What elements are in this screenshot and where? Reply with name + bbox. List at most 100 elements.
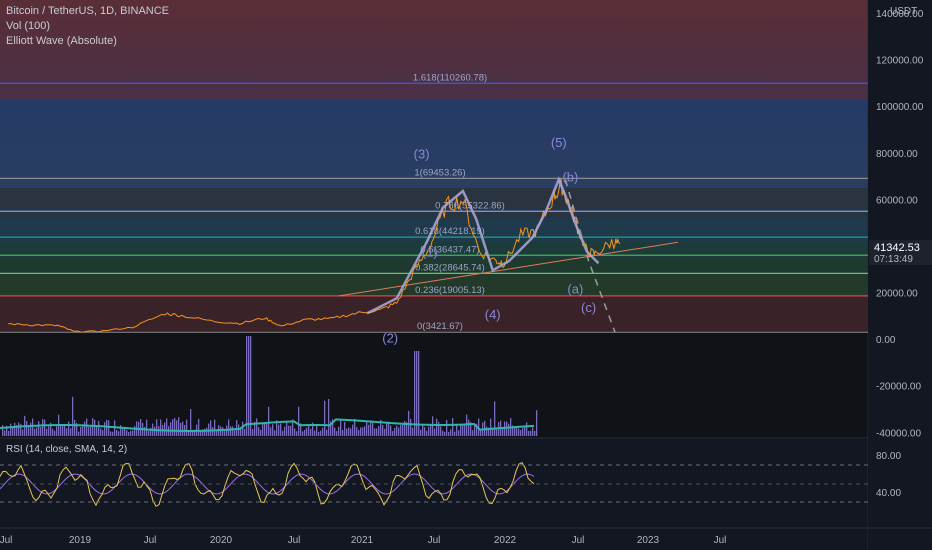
volume-bar (410, 418, 412, 436)
volume-bar (280, 423, 282, 436)
volume-bar (508, 423, 510, 436)
volume-bar (132, 430, 134, 436)
volume-bar (460, 425, 462, 436)
volume-bar (398, 427, 400, 436)
chart[interactable]: 1.618(110260.78)1(69453.26)0.786(55322.8… (0, 0, 932, 550)
volume-bar (248, 336, 250, 436)
volume-bar (344, 422, 346, 436)
volume-bar (38, 421, 40, 436)
rsi-tick-80: 80.00 (876, 451, 901, 462)
volume-bar (44, 419, 46, 436)
volume-bar (474, 424, 476, 436)
x-tick-9: 2023 (637, 535, 660, 546)
volume-bar (46, 428, 48, 436)
volume-bar (18, 422, 20, 436)
wave-label-0: (1) (422, 244, 438, 259)
volume-bar (92, 418, 94, 436)
volume-bar (388, 421, 390, 436)
fib-label-0: 1.618(110260.78) (413, 72, 487, 83)
rsi-pane (0, 438, 868, 528)
volume-bar (468, 419, 470, 436)
volume-bar (242, 421, 244, 436)
volume-bar (86, 418, 88, 436)
volume-bar (180, 422, 182, 436)
volume-bar (536, 410, 538, 436)
fib-label-6: 0.236(19005.13) (415, 285, 485, 296)
volume-bar (308, 424, 310, 436)
volume-bar (220, 426, 222, 436)
volume-bar (60, 425, 62, 436)
volume-bar (106, 419, 108, 436)
volume-bar (336, 431, 338, 436)
volume-bar (42, 419, 44, 436)
x-tick-0: Jul (0, 535, 12, 546)
volume-bar (14, 422, 16, 436)
wave-label-3: (4) (485, 307, 501, 322)
volume-bar (176, 420, 178, 436)
volume-bar (230, 426, 232, 436)
volume-bar (384, 428, 386, 436)
volume-bar (386, 422, 388, 436)
volume-bar (282, 430, 284, 436)
volume-bar (272, 424, 274, 436)
y-tick-9: -40000.00 (876, 428, 921, 439)
volume-bar (66, 428, 68, 436)
y-tick-8: -20000.00 (876, 382, 921, 393)
volume-bar (424, 427, 426, 436)
x-tick-10: Jul (714, 535, 727, 546)
volume-bar (310, 428, 312, 436)
volume-bar (418, 351, 420, 436)
volume-bar (464, 424, 466, 436)
y-tick-2: 100000.00 (876, 102, 924, 113)
volume-bar (374, 428, 376, 436)
volume-bar (88, 426, 90, 436)
volume-bar (80, 426, 82, 436)
vol-label[interactable]: Vol (100) (6, 20, 50, 32)
volume-bar (270, 427, 272, 436)
y-tick-6: 20000.00 (876, 289, 918, 300)
indicator-label[interactable]: Elliott Wave (Absolute) (6, 35, 117, 47)
volume-bar (396, 425, 398, 436)
volume-bar (370, 422, 372, 436)
volume-bar (170, 422, 172, 436)
volume-bar (2, 425, 4, 436)
time-axis[interactable]: Jul 2019 Jul 2020 Jul 2021 Jul 2022 Jul 2023 Jul (0, 535, 726, 546)
volume-bar (40, 427, 42, 436)
volume-bar (430, 424, 432, 436)
volume-bar (320, 430, 322, 436)
volume-bar (448, 431, 450, 436)
volume-bar (520, 429, 522, 436)
y-tick-3: 80000.00 (876, 149, 918, 160)
volume-bar (302, 431, 304, 436)
volume-bar (518, 428, 520, 436)
volume-bar (206, 427, 208, 436)
volume-bar (98, 420, 100, 436)
volume-bar (456, 424, 458, 436)
volume-bar (414, 351, 416, 436)
volume-bar (210, 420, 212, 436)
wave-label-5: (b) (562, 170, 578, 185)
volume-bar (486, 426, 488, 436)
volume-bar (112, 431, 114, 436)
volume-bar (352, 424, 354, 436)
volume-bar (324, 400, 326, 436)
volume-bar (390, 425, 392, 436)
volume-bar (232, 426, 234, 436)
volume-bar (214, 419, 216, 436)
volume-bar (224, 431, 226, 436)
volume-bar (378, 425, 380, 436)
volume-bar (268, 406, 270, 436)
volume-bar (294, 428, 296, 436)
volume-bar (212, 427, 214, 436)
volume-bar (8, 430, 10, 436)
rsi-label[interactable]: RSI (14, close, SMA, 14, 2) (6, 444, 127, 455)
symbol-title[interactable]: Bitcoin / TetherUS, 1D, BINANCE (6, 5, 169, 17)
last-price: 41342.53 (874, 242, 920, 254)
volume-bar (494, 401, 496, 436)
volume-bar (382, 425, 384, 436)
volume-bar (166, 418, 168, 436)
volume-bar (62, 425, 64, 436)
volume-bar (174, 418, 176, 436)
volume-bar (72, 396, 74, 436)
volume-bar (446, 419, 448, 436)
